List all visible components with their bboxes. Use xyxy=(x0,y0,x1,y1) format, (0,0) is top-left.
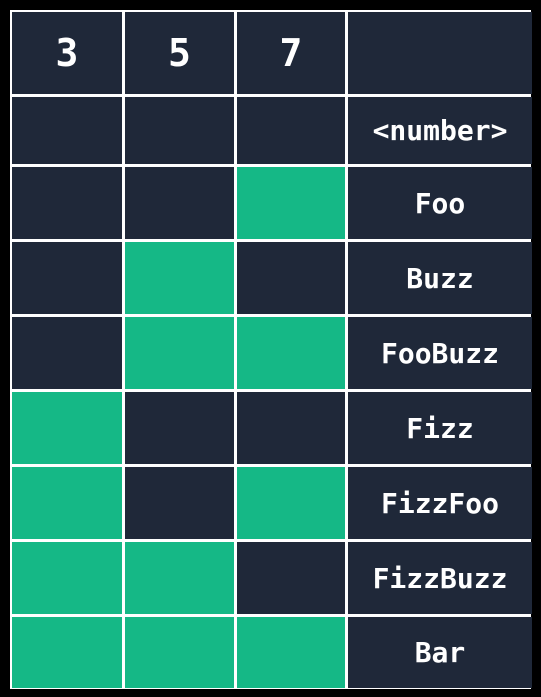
flag-cell-row1-div7-on xyxy=(237,167,345,239)
flag-cell-row4-div5-off xyxy=(125,392,234,464)
flag-cell-row6-div5-on xyxy=(125,542,234,614)
header-divisor-7: 7 xyxy=(237,12,345,94)
flag-cell-row4-div3-on xyxy=(12,392,122,464)
flag-cell-row7-div7-on xyxy=(237,617,345,688)
output-label: FizzFoo xyxy=(348,467,532,539)
header-divisor-3: 3 xyxy=(12,12,122,94)
flag-cell-row7-div3-on xyxy=(12,617,122,688)
flag-cell-row2-div7-off xyxy=(237,242,345,314)
flag-cell-row1-div5-off xyxy=(125,167,234,239)
flag-cell-row0-div5-off xyxy=(125,97,234,164)
flag-cell-row6-div7-off xyxy=(237,542,345,614)
header-divisor-5: 5 xyxy=(125,12,234,94)
output-label: FooBuzz xyxy=(348,317,532,389)
table-grid: 3 5 7 <number> Foo Buzz FooBuzz Fizz FizzFoo F… xyxy=(12,12,532,688)
output-label: Buzz xyxy=(348,242,532,314)
output-label: <number> xyxy=(348,97,532,164)
output-label: Bar xyxy=(348,617,532,688)
flag-cell-row6-div3-on xyxy=(12,542,122,614)
flag-cell-row0-div7-off xyxy=(237,97,345,164)
flag-cell-row1-div3-off xyxy=(12,167,122,239)
flag-cell-row5-div7-on xyxy=(237,467,345,539)
divisibility-table: 3 5 7 <number> Foo Buzz FooBuzz Fizz FizzFoo F… xyxy=(10,10,532,689)
flag-cell-row7-div5-on xyxy=(125,617,234,688)
output-label: Foo xyxy=(348,167,532,239)
flag-cell-row3-div7-on xyxy=(237,317,345,389)
flag-cell-row0-div3-off xyxy=(12,97,122,164)
flag-cell-row4-div7-off xyxy=(237,392,345,464)
flag-cell-row5-div5-off xyxy=(125,467,234,539)
header-output xyxy=(348,12,532,94)
output-label: Fizz xyxy=(348,392,532,464)
flag-cell-row3-div5-on xyxy=(125,317,234,389)
output-label: FizzBuzz xyxy=(348,542,532,614)
flag-cell-row5-div3-on xyxy=(12,467,122,539)
flag-cell-row3-div3-off xyxy=(12,317,122,389)
flag-cell-row2-div5-on xyxy=(125,242,234,314)
flag-cell-row2-div3-off xyxy=(12,242,122,314)
